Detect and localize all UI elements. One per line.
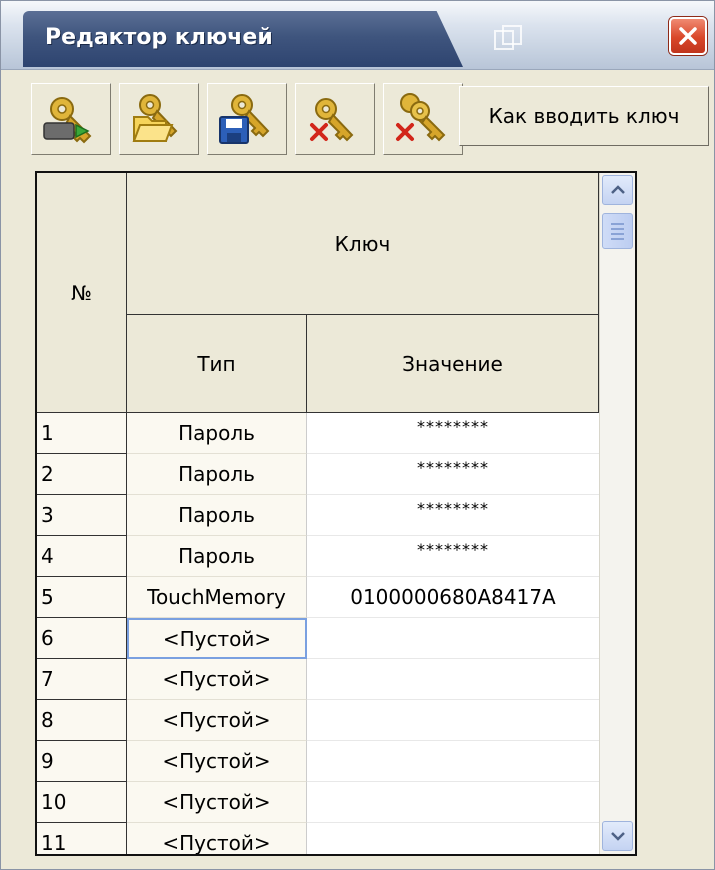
scroll-down-button[interactable] <box>602 821 633 851</box>
table-row[interactable]: 8 <Пустой> <box>37 700 599 741</box>
table-row[interactable]: 5 TouchMemory 0100000680A8417A <box>37 577 599 618</box>
header-key[interactable]: Ключ <box>127 173 599 315</box>
row-number: 9 <box>37 741 127 782</box>
table-row[interactable]: 9 <Пустой> <box>37 741 599 782</box>
table-row[interactable]: 10 <Пустой> <box>37 782 599 823</box>
key-type-cell[interactable]: <Пустой> <box>127 782 307 823</box>
keys-table: № Ключ Тип Значение 1 Пароль ******** 2 … <box>35 171 637 856</box>
table-row[interactable]: 4 Пароль ******** <box>37 536 599 577</box>
key-type-cell-focused[interactable]: <Пустой> <box>127 618 307 659</box>
header-value[interactable]: Значение <box>307 315 599 413</box>
header-type[interactable]: Тип <box>127 315 307 413</box>
key-type-cell[interactable]: Пароль <box>127 413 307 454</box>
row-number: 1 <box>37 413 127 454</box>
key-save-button[interactable] <box>207 83 287 155</box>
key-delete-button[interactable] <box>295 83 375 155</box>
row-number: 8 <box>37 700 127 741</box>
keys-delete-all-icon <box>396 93 446 142</box>
table-row[interactable]: 3 Пароль ******** <box>37 495 599 536</box>
key-value-cell[interactable] <box>307 823 599 854</box>
key-value-cell[interactable]: ******** <box>307 495 599 536</box>
key-type-cell[interactable]: Пароль <box>127 495 307 536</box>
key-import-icon <box>43 97 92 144</box>
key-value-cell[interactable] <box>307 659 599 700</box>
key-value-cell[interactable]: 0100000680A8417A <box>307 577 599 618</box>
row-number: 3 <box>37 495 127 536</box>
chevron-down-icon <box>610 832 625 841</box>
scroll-up-button[interactable] <box>602 175 633 205</box>
title-bar[interactable]: Редактор ключей <box>1 1 714 70</box>
key-delete-icon <box>310 98 354 142</box>
vertical-scrollbar[interactable] <box>599 173 635 854</box>
key-editor-window: Редактор ключей Как вводить ключ № Ключ … <box>0 0 715 870</box>
table-row[interactable]: 11 <Пустой> <box>37 823 599 854</box>
keys-delete-all-button[interactable] <box>383 83 463 155</box>
table-row[interactable]: 2 Пароль ******** <box>37 454 599 495</box>
key-save-icon <box>219 94 270 144</box>
table-row[interactable]: 1 Пароль ******** <box>37 413 599 454</box>
header-num[interactable]: № <box>37 173 127 413</box>
row-number: 2 <box>37 454 127 495</box>
key-type-cell[interactable]: <Пустой> <box>127 741 307 782</box>
key-type-cell[interactable]: <Пустой> <box>127 823 307 854</box>
key-value-cell[interactable] <box>307 700 599 741</box>
key-open-button[interactable] <box>119 83 199 155</box>
how-to-enter-key-button[interactable]: Как вводить ключ <box>459 86 709 146</box>
key-import-button[interactable] <box>31 83 111 155</box>
window-title: Редактор ключей <box>45 25 273 50</box>
table-row[interactable]: 6 <Пустой> <box>37 618 599 659</box>
key-type-cell[interactable]: Пароль <box>127 536 307 577</box>
key-type-cell[interactable]: <Пустой> <box>127 700 307 741</box>
key-open-folder-icon <box>132 94 178 142</box>
row-number: 11 <box>37 823 127 854</box>
key-type-cell[interactable]: TouchMemory <box>127 577 307 618</box>
row-number: 5 <box>37 577 127 618</box>
scroll-thumb[interactable] <box>602 213 633 249</box>
key-type-cell[interactable]: Пароль <box>127 454 307 495</box>
toolbar: Как вводить ключ <box>31 83 711 155</box>
key-value-cell[interactable] <box>307 782 599 823</box>
key-value-cell[interactable] <box>307 618 599 659</box>
table-row[interactable]: 7 <Пустой> <box>37 659 599 700</box>
key-value-cell[interactable] <box>307 741 599 782</box>
close-icon <box>679 27 697 45</box>
close-button[interactable] <box>669 17 707 55</box>
row-number: 4 <box>37 536 127 577</box>
key-value-cell[interactable]: ******** <box>307 536 599 577</box>
chevron-up-icon <box>610 185 625 194</box>
key-type-cell[interactable]: <Пустой> <box>127 659 307 700</box>
row-number: 6 <box>37 618 127 659</box>
row-number: 10 <box>37 782 127 823</box>
key-value-cell[interactable]: ******** <box>307 454 599 495</box>
key-value-cell[interactable]: ******** <box>307 413 599 454</box>
row-number: 7 <box>37 659 127 700</box>
restore-icon[interactable] <box>491 23 535 53</box>
